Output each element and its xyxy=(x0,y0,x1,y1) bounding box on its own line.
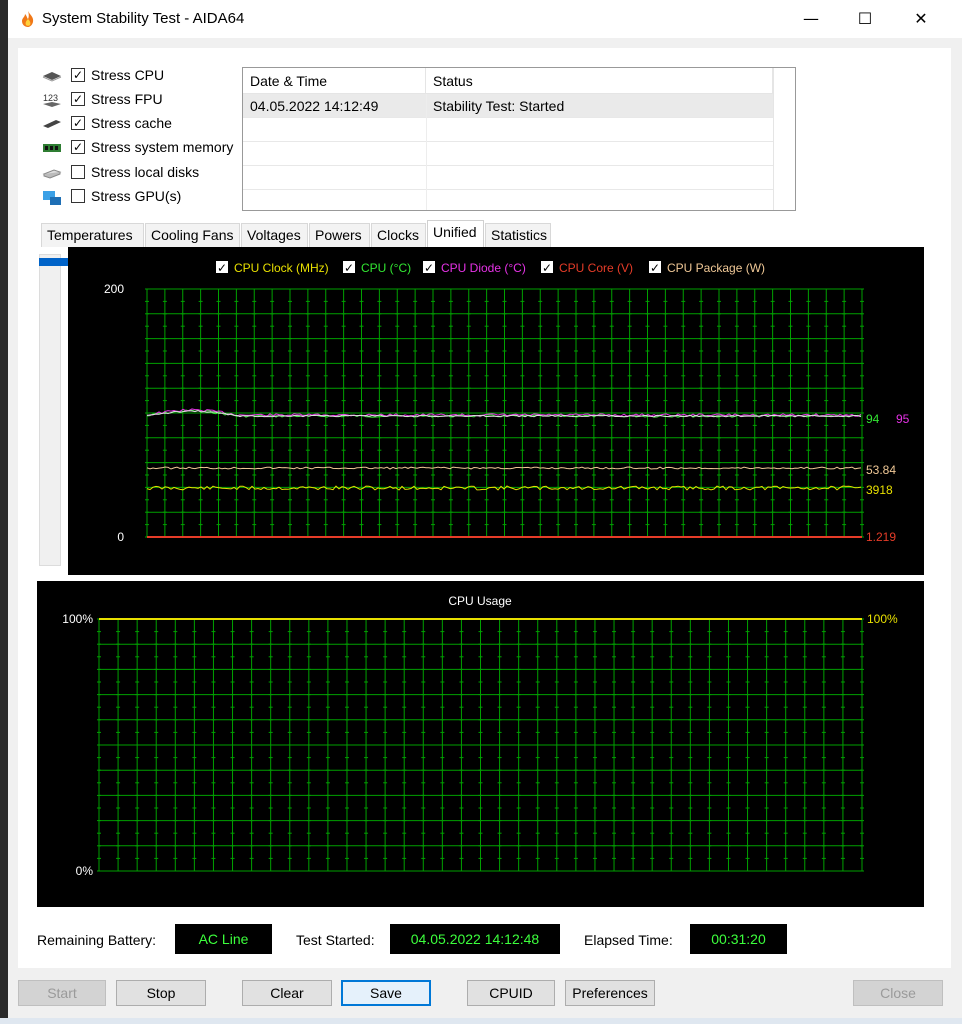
clear-button[interactable]: Clear xyxy=(242,980,332,1006)
cpu-temp-value: 94 xyxy=(866,412,880,426)
tab-clocks[interactable]: Clocks xyxy=(371,223,426,247)
cpu-clock-value: 3918 xyxy=(866,483,893,497)
stress-checkbox[interactable]: ✓ xyxy=(71,116,85,130)
cpu-core-voltage-value: 1.219 xyxy=(866,530,896,544)
disk-drive-icon xyxy=(42,166,62,180)
aida64-stability-window: System Stability Test - AIDA64 — ☐ ✕ ✓ St… xyxy=(8,0,962,1024)
cpu-chip-icon xyxy=(42,69,62,83)
tab-cooling-fans[interactable]: Cooling Fans xyxy=(145,223,240,247)
legend-label: CPU Diode (°C) xyxy=(441,261,526,275)
tab-powers[interactable]: Powers xyxy=(309,223,370,247)
stress-option[interactable]: Stress local disks xyxy=(42,163,242,185)
cache-chip-icon xyxy=(42,117,62,131)
stress-label: Stress cache xyxy=(91,115,172,131)
usage-y-bottom-label: 0% xyxy=(76,864,94,878)
stress-checkbox[interactable]: ✓ xyxy=(71,140,85,154)
close-window-button[interactable]: ✕ xyxy=(898,0,944,38)
window-title: System Stability Test - AIDA64 xyxy=(42,10,245,27)
unified-grid xyxy=(145,288,864,538)
log-row-time: 04.05.2022 14:12:49 xyxy=(250,98,379,114)
legend-check-mark: ✓ xyxy=(424,261,434,275)
legend-label: CPU (°C) xyxy=(361,261,411,275)
y-axis-bottom-label: 0 xyxy=(117,530,124,544)
legend-label: CPU Core (V) xyxy=(559,261,633,275)
elapsed-time-label: Elapsed Time: xyxy=(584,932,673,948)
cpu-diode-value: 95 xyxy=(896,412,910,426)
elapsed-time-value: 00:31:20 xyxy=(690,924,787,954)
log-row-empty xyxy=(243,118,773,142)
log-row-empty xyxy=(243,190,773,210)
battery-value: AC Line xyxy=(175,924,272,954)
tab-voltages[interactable]: Voltages xyxy=(241,223,308,247)
stress-checkbox[interactable] xyxy=(71,165,85,179)
legend-check-mark: ✓ xyxy=(344,261,354,275)
stress-option[interactable]: Stress GPU(s) xyxy=(42,187,242,209)
preferences-button[interactable]: Preferences xyxy=(565,980,655,1006)
cpu-usage-graph-svg: CPU Usage 100% 0% 100% xyxy=(62,594,898,878)
legend-check-mark: ✓ xyxy=(217,261,227,275)
stress-option[interactable]: ✓ Stress CPU xyxy=(42,66,242,88)
legend-label: CPU Clock (MHz) xyxy=(234,261,329,275)
stress-label: Stress system memory xyxy=(91,139,234,155)
taskbar-edge xyxy=(0,1018,962,1024)
svg-text:123: 123 xyxy=(43,93,58,103)
stress-checkbox[interactable]: ✓ xyxy=(71,68,85,82)
stop-button[interactable]: Stop xyxy=(116,980,206,1006)
event-log-table[interactable]: Date & Time Status 04.05.2022 14:12:49 S… xyxy=(242,67,796,211)
close-button[interactable]: Close xyxy=(853,980,943,1006)
cpuid-button[interactable]: CPUID xyxy=(467,980,555,1006)
background-window-edge xyxy=(0,0,8,1018)
unified-sensor-graph: ✓ CPU Clock (MHz) ✓ CPU (°C) ✓ CPU Diode (°C)… xyxy=(68,247,924,575)
usage-y-top-label: 100% xyxy=(62,612,93,626)
log-column-divider xyxy=(426,94,427,210)
stress-label: Stress GPU(s) xyxy=(91,188,182,204)
save-button[interactable]: Save xyxy=(341,980,431,1006)
battery-label: Remaining Battery: xyxy=(37,932,157,948)
tab-statistics[interactable]: Statistics xyxy=(485,223,551,247)
minimize-button[interactable]: — xyxy=(788,0,834,38)
client-area: ✓ Stress CPU 123 ✓ Stress FPU ✓ Stress cache ✓ S… xyxy=(18,48,951,968)
cpu-package-value: 53.84 xyxy=(866,463,896,477)
stress-label: Stress CPU xyxy=(91,67,165,83)
stress-label: Stress FPU xyxy=(91,91,163,107)
log-row-empty xyxy=(243,142,773,166)
stress-option[interactable]: 123 ✓ Stress FPU xyxy=(42,90,242,112)
tab-temperatures[interactable]: Temperatures xyxy=(41,223,144,247)
stress-option[interactable]: ✓ Stress system memory xyxy=(42,138,242,160)
aida64-flame-icon xyxy=(22,11,34,27)
fpu-123-icon: 123 xyxy=(42,93,62,107)
cpu-usage-value: 100% xyxy=(867,612,898,626)
cpu-usage-graph: CPU Usage 100% 0% 100% xyxy=(37,581,924,907)
log-header-status[interactable]: Status xyxy=(426,68,773,94)
log-header-datetime[interactable]: Date & Time xyxy=(243,68,426,94)
gpu-monitor-icon xyxy=(42,190,62,205)
log-row[interactable]: 04.05.2022 14:12:49 Stability Test: Star… xyxy=(243,94,773,118)
memory-module-icon xyxy=(42,141,62,155)
stress-label: Stress local disks xyxy=(91,164,200,180)
stress-checkbox[interactable] xyxy=(71,189,85,203)
cpu-usage-title: CPU Usage xyxy=(448,594,512,608)
maximize-button[interactable]: ☐ xyxy=(842,0,888,38)
legend-check-mark: ✓ xyxy=(542,261,552,275)
start-button[interactable]: Start xyxy=(18,980,106,1006)
legend-label: CPU Package (W) xyxy=(667,261,765,275)
test-started-label: Test Started: xyxy=(296,932,375,948)
graph-scroll-thumb[interactable] xyxy=(39,258,69,266)
log-row-empty xyxy=(243,166,773,190)
log-row-status: Stability Test: Started xyxy=(433,98,565,114)
title-bar[interactable]: System Stability Test - AIDA64 — ☐ ✕ xyxy=(8,0,962,38)
cpu-usage-grid xyxy=(97,618,864,872)
graph-scroll-track[interactable] xyxy=(39,254,61,566)
log-scrollbar[interactable] xyxy=(773,68,795,210)
stress-option[interactable]: ✓ Stress cache xyxy=(42,114,242,136)
stress-checkbox[interactable]: ✓ xyxy=(71,92,85,106)
legend-check-mark: ✓ xyxy=(650,261,660,275)
unified-graph-svg: ✓ CPU Clock (MHz) ✓ CPU (°C) ✓ CPU Diode (°C)… xyxy=(104,261,910,544)
y-axis-top-label: 200 xyxy=(104,282,124,296)
test-started-value: 04.05.2022 14:12:48 xyxy=(390,924,560,954)
tab-unified[interactable]: Unified xyxy=(427,220,484,248)
